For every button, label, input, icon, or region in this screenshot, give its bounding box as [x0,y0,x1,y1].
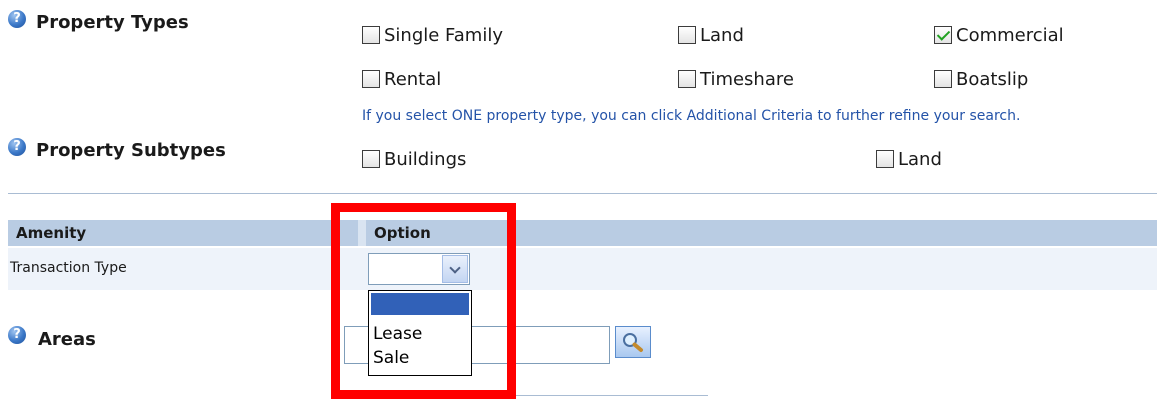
areas-label: Areas [38,329,96,350]
checkbox-box[interactable] [934,70,952,88]
divider-line [508,395,708,396]
checkbox-box[interactable] [362,70,380,88]
checkbox-label: Boatslip [956,68,1029,90]
table-row: Transaction Type [8,248,1157,290]
checkbox-label: Buildings [384,148,467,170]
property-types-help-icon[interactable]: ? [8,10,26,28]
checkbox-rental[interactable]: Rental [362,68,441,90]
checkbox-box[interactable] [362,26,380,44]
areas-help-icon[interactable]: ? [8,326,26,344]
checkbox-subtype-land[interactable]: Land [876,148,942,170]
checkbox-label: Commercial [956,24,1064,46]
property-types-label: Property Types [36,12,189,33]
checkbox-label: Single Family [384,24,503,46]
checkbox-box[interactable] [678,26,696,44]
amenity-name: Transaction Type [10,260,127,276]
column-divider [358,220,366,246]
property-type-hint: If you select ONE property type, you can… [362,108,1021,124]
section-divider [8,193,1157,194]
dropdown-option-sale[interactable]: Sale [371,347,469,369]
property-subtypes-label: Property Subtypes [36,140,226,161]
chevron-down-icon[interactable] [442,255,468,283]
checkbox-commercial[interactable]: Commercial [934,24,1064,46]
transaction-type-select[interactable] [368,253,470,285]
dropdown-option-empty[interactable] [371,293,469,315]
property-subtypes-help-icon[interactable]: ? [8,138,26,156]
checkbox-land[interactable]: Land [678,24,744,46]
checkbox-box-checked[interactable] [934,26,952,44]
checkbox-box[interactable] [678,70,696,88]
checkbox-buildings[interactable]: Buildings [362,148,466,170]
checkbox-single-family[interactable]: Single Family [362,24,503,46]
checkbox-boatslip[interactable]: Boatslip [934,68,1028,90]
areas-lookup-button[interactable] [615,326,651,358]
checkbox-label: Land [898,148,942,170]
checkbox-label: Timeshare [700,68,794,90]
column-header-option: Option [374,224,431,242]
checkbox-timeshare[interactable]: Timeshare [678,68,794,90]
magnifier-icon [623,333,643,352]
checkbox-label: Land [700,24,744,46]
transaction-type-dropdown-list[interactable]: Lease Sale [368,290,472,376]
dropdown-option-lease[interactable]: Lease [371,323,469,345]
column-header-amenity: Amenity [16,224,87,242]
checkbox-box[interactable] [876,150,894,168]
amenity-table-header: Amenity Option [8,220,1157,246]
checkbox-box[interactable] [362,150,380,168]
checkbox-label: Rental [384,68,442,90]
